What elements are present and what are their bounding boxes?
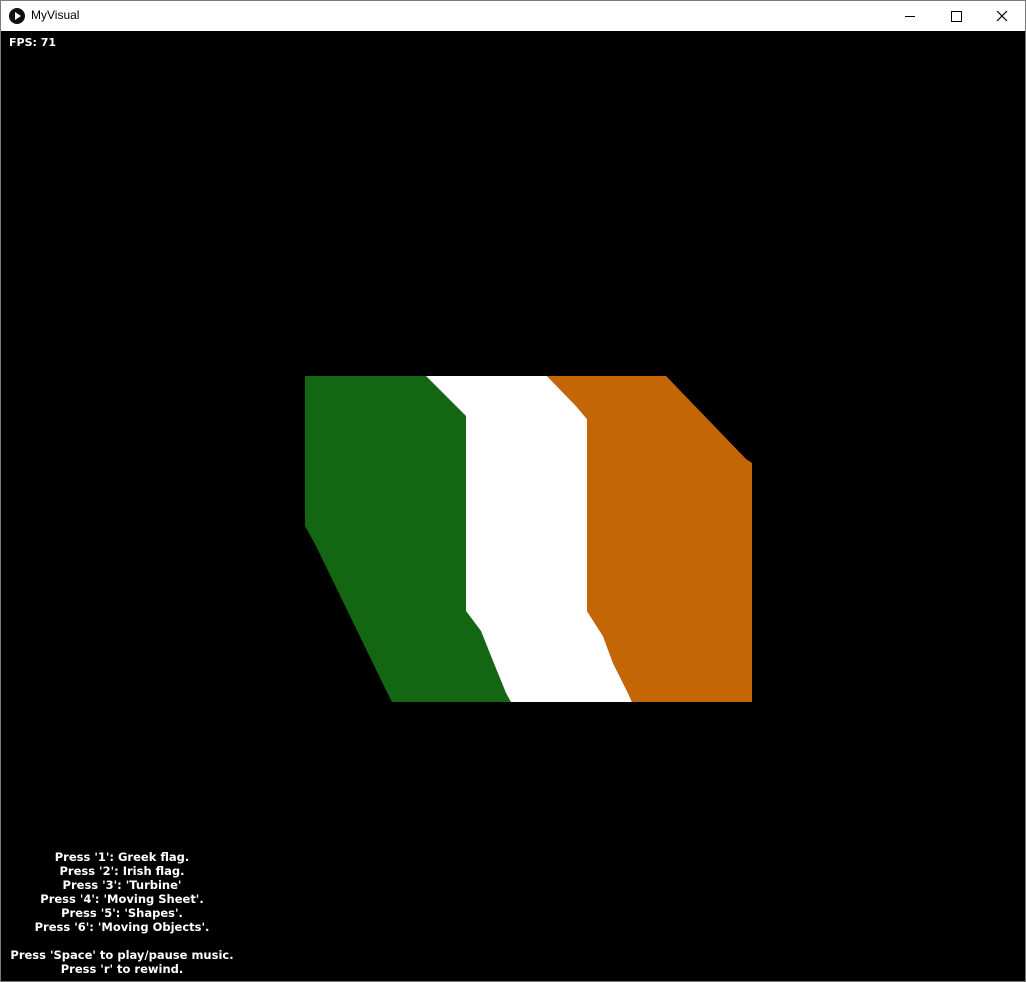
close-icon [996,10,1008,22]
minimize-icon [905,15,915,17]
app-window: MyVisual FPS: 71 Press '1': Greek flag. … [0,0,1026,982]
maximize-button[interactable] [933,1,979,31]
help-line: Press '1': Greek flag. [54,850,190,864]
maximize-icon [950,10,962,22]
render-canvas[interactable]: FPS: 71 Press '1': Greek flag. Press '2'… [1,31,1025,981]
minimize-button[interactable] [887,1,933,31]
window-title: MyVisual [31,8,80,22]
irish-flag [305,376,752,702]
help-text: Press '1': Greek flag. Press '2': Irish … [1,850,243,976]
help-rewind-line: Press 'r' to rewind. [60,962,184,976]
help-spacer [1,934,243,948]
help-line: Press '3': 'Turbine' [62,878,182,892]
title-bar[interactable]: MyVisual [1,1,1025,31]
play-icon [9,8,25,24]
help-line: Press '2': Irish flag. [59,864,185,878]
close-button[interactable] [979,1,1025,31]
help-music-line: Press 'Space' to play/pause music. [10,948,234,962]
help-line: Press '5': 'Shapes'. [61,906,183,920]
help-line: Press '4': 'Moving Sheet'. [40,892,204,906]
help-line: Press '6': 'Moving Objects'. [34,920,210,934]
